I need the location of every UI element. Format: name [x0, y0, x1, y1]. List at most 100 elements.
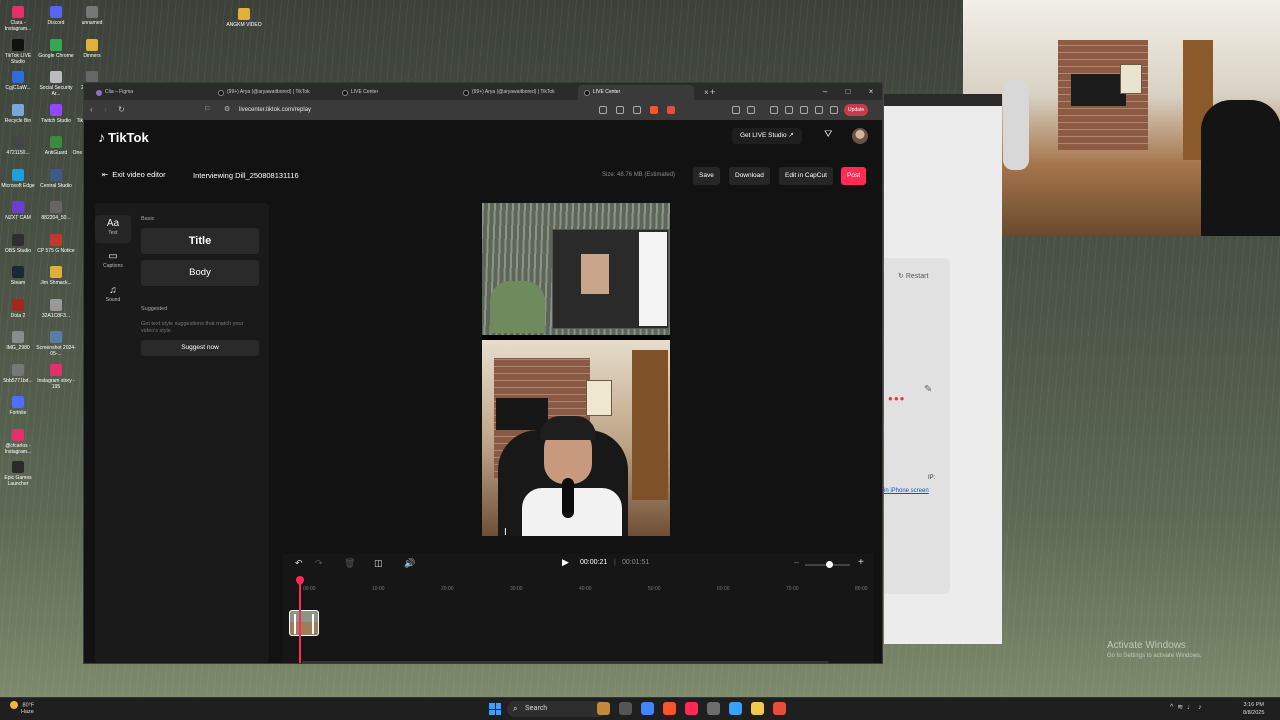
browser-tab[interactable]: Clia – Figma	[90, 85, 208, 100]
minimize-button[interactable]: –	[814, 83, 836, 100]
get-live-studio-button[interactable]: Get LIVE Studio ↗	[732, 128, 802, 144]
desktop-icon[interactable]: ANGKM VIDEO	[224, 8, 264, 28]
desktop-icon[interactable]: NZXT CAM	[0, 201, 38, 221]
url-input[interactable]: livecenter.tiktok.com/replay	[239, 100, 311, 120]
back-icon[interactable]: ‹	[90, 100, 93, 120]
browser-tab[interactable]: LIVE Center	[336, 85, 454, 100]
clip-right-handle[interactable]	[312, 614, 314, 634]
desktop-icon[interactable]: Steam	[0, 266, 38, 286]
restart-button[interactable]: ↻ Restart	[898, 272, 928, 280]
desktop-icon[interactable]: OBS Studio	[0, 233, 38, 254]
desktop-icon[interactable]: Google Chrome	[36, 38, 76, 59]
desktop-icon[interactable]: 4721150...	[0, 136, 38, 156]
save-button[interactable]: Save	[693, 167, 720, 185]
playhead[interactable]	[299, 578, 301, 663]
extensions-icon[interactable]	[732, 106, 740, 114]
timeline-scrollbar[interactable]	[302, 661, 829, 663]
taskbar-app-widgets-icon[interactable]	[597, 702, 610, 715]
sidebar-icon[interactable]	[785, 106, 793, 114]
undo-icon[interactable]: ↶	[295, 558, 303, 569]
taskbar-app-tiktok-icon[interactable]	[685, 702, 698, 715]
share-icon[interactable]	[633, 106, 641, 114]
avatar[interactable]	[852, 128, 868, 144]
desktop-icon[interactable]: @cfcarlos - Instagram...	[0, 428, 38, 455]
clip-left-handle[interactable]	[294, 614, 296, 634]
site-info-icon[interactable]: ⚙	[224, 100, 230, 120]
pencil-icon[interactable]: ✎	[924, 384, 932, 395]
music-icon[interactable]	[770, 106, 778, 114]
taskbar-app-explorer-icon[interactable]	[751, 702, 764, 715]
play-icon[interactable]: ▶	[562, 557, 569, 568]
desktop-icon[interactable]: Instagram story - 195	[36, 363, 76, 390]
video-clip[interactable]	[289, 610, 319, 636]
taskbar-app-task-view-icon[interactable]	[619, 702, 632, 715]
tiktok-logo[interactable]: ♪ TikTok	[98, 129, 149, 145]
desktop-icon[interactable]: 882204_50...	[36, 201, 76, 221]
tab-text[interactable]: Aa Text	[95, 215, 131, 243]
tab-sound[interactable]: ♫ Sound	[95, 285, 131, 311]
zoom-in-icon[interactable]: +	[858, 557, 864, 568]
update-button[interactable]: Update	[844, 104, 869, 116]
taskbar-app-brave-icon[interactable]	[663, 702, 676, 715]
body-style-button[interactable]: Body	[141, 260, 259, 286]
desktop-icon[interactable]: Dinners	[72, 38, 112, 59]
taskbar-search[interactable]: ⌕ Search	[507, 701, 607, 717]
zoom-out-icon[interactable]: –	[794, 557, 799, 567]
close-window-button[interactable]: ×	[860, 83, 882, 100]
post-button[interactable]: Post	[841, 167, 867, 185]
suggest-now-button[interactable]: Suggest now	[141, 340, 259, 356]
wallet-icon[interactable]	[800, 106, 808, 114]
taskbar-app-notes-icon[interactable]	[729, 702, 742, 715]
profile-icon[interactable]	[830, 106, 838, 114]
new-tab-button[interactable]: +	[704, 85, 721, 100]
translate-icon[interactable]	[599, 106, 607, 114]
download-button[interactable]: Download	[729, 167, 770, 185]
reading-list-icon[interactable]	[747, 106, 755, 114]
delete-icon[interactable]: 🗑	[344, 558, 355, 569]
desktop-icon[interactable]: Recycle Bin	[0, 103, 38, 124]
weather-widget[interactable]: 80°F Haze	[10, 701, 34, 716]
bookmark-icon[interactable]: ⚐	[204, 100, 210, 120]
brave-rewards-icon[interactable]	[667, 106, 675, 114]
desktop-icon[interactable]: Microsoft Edge	[0, 168, 38, 189]
tab-captions[interactable]: ▭ Captions	[95, 251, 131, 277]
taskbar-clock[interactable]: 3:16 PM 8/8/2025	[1243, 701, 1264, 717]
desktop-icon[interactable]: Epic Games Launcher	[0, 461, 38, 487]
vpn-icon[interactable]	[815, 106, 823, 114]
edit-in-capcut-button[interactable]: Edit in CapCut	[779, 167, 833, 185]
desktop-icon[interactable]: unnamed	[72, 6, 112, 26]
filter-icon[interactable]: ⛛	[824, 129, 832, 140]
desktop-icon[interactable]: 32A1C8F3...	[36, 298, 76, 319]
taskbar-app-chrome-icon[interactable]	[641, 702, 654, 715]
desktop-icon[interactable]: Jim Shmack...	[36, 266, 76, 286]
desktop-icon[interactable]: Discord	[36, 6, 76, 26]
browser-tab[interactable]: (99+) Arya (@aryawaitbored) | TikTok	[457, 85, 575, 100]
desktop-icon[interactable]: Dota 2	[0, 298, 38, 319]
desktop-icon[interactable]: TikTok LIVE Studio	[0, 38, 38, 65]
brave-shield-icon[interactable]	[650, 106, 658, 114]
desktop-icon[interactable]: Social Security Ar...	[36, 71, 76, 97]
system-tray[interactable]: ^≋♩♪	[1170, 703, 1206, 711]
volume-icon[interactable]: 🔊	[404, 558, 415, 569]
maximize-button[interactable]: □	[837, 83, 859, 100]
taskbar-app-obs-icon[interactable]	[707, 702, 720, 715]
exit-video-editor-button[interactable]: ⇤ Exit video editor	[102, 170, 166, 179]
title-style-button[interactable]: Title	[141, 228, 259, 254]
iphone-screen-link[interactable]: in iPhone screen	[884, 488, 929, 494]
reload-icon[interactable]: ↻	[118, 100, 125, 120]
desktop-icon[interactable]: Clara - Instagram...	[0, 6, 38, 32]
desktop-icon[interactable]: AntiGuard	[36, 136, 76, 156]
browser-tab[interactable]: (99+) Arya (@aryawaitbored) | TikTok	[212, 85, 330, 100]
speaker-icon[interactable]: ♪	[1198, 704, 1206, 711]
desktop-icon[interactable]: IMG_2980	[0, 331, 38, 351]
tab-live-center-active[interactable]: LIVE Center	[578, 85, 694, 100]
desktop-icon[interactable]: Screenshot 2024-05-...	[36, 331, 76, 357]
desktop-icon[interactable]: Fortnite	[0, 396, 38, 416]
wifi-icon[interactable]: ≋	[1177, 704, 1187, 711]
desktop-icon[interactable]: 5bb5771bd...	[0, 363, 38, 384]
redo-icon[interactable]: ↷	[315, 558, 323, 569]
desktop-icon[interactable]: CgjC1aW...	[0, 71, 38, 91]
desktop-icon[interactable]: Twitch Studio	[36, 103, 76, 124]
mic-icon[interactable]: ♩	[1187, 704, 1198, 711]
desktop-icon[interactable]: CP 575 G Notice	[36, 233, 76, 254]
